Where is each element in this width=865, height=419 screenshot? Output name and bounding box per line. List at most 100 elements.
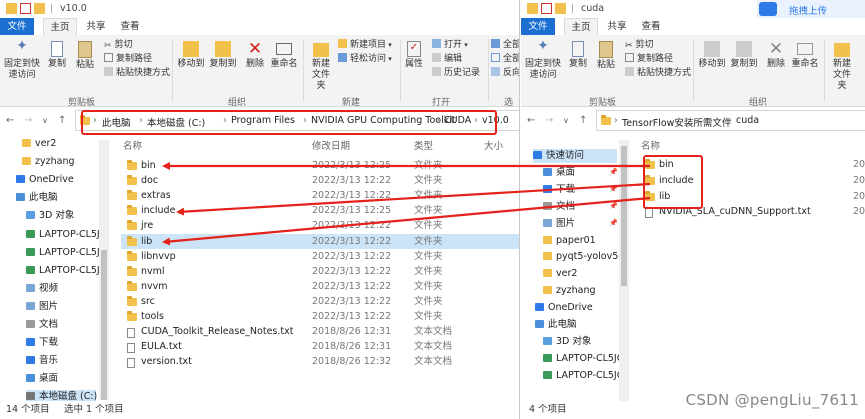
file-row[interactable]: extras 2022/3/13 12:22 文件夹 [121, 188, 519, 203]
nav-item[interactable]: 3D 对象 [26, 209, 96, 223]
delete-button[interactable]: ✕ 删除 [242, 41, 268, 70]
nav-item[interactable]: zyzhang [22, 155, 96, 169]
rename-button[interactable]: 重命名 [790, 41, 820, 70]
select-all-button[interactable]: 全部 [491, 39, 519, 52]
scrollbar-thumb[interactable] [621, 146, 627, 286]
paste-shortcut-button[interactable]: 粘贴快捷方式 [625, 67, 691, 80]
nav-item[interactable]: 桌面 [543, 166, 617, 180]
nav-item[interactable]: zyzhang [543, 284, 617, 298]
file-row[interactable]: CUDA_Toolkit_Release_Notes.txt 2018/8/26 … [121, 324, 519, 339]
new-folder-icon[interactable] [555, 3, 566, 14]
file-row[interactable]: bin 2022/3/13 12:25 文件夹 [121, 158, 519, 173]
pin-quick-access-button[interactable]: ✦ 固定到快速访问 [4, 39, 40, 81]
nav-item[interactable]: pyqt5-yolov5-y [543, 250, 627, 264]
up-arrow-icon[interactable]: ↑ [58, 115, 66, 126]
tab-home[interactable]: 主页 [564, 18, 598, 36]
nav-item[interactable]: 图片 [543, 217, 617, 231]
nav-item[interactable]: LAPTOP-CL5JCI [26, 264, 109, 278]
nav-item[interactable]: LAPTOP-CL5JCI [543, 352, 626, 366]
nav-item[interactable]: 下载 [26, 336, 96, 350]
history-chevron-icon[interactable]: ∨ [563, 116, 569, 125]
file-row[interactable]: libnvvp 2022/3/13 12:22 文件夹 [121, 249, 519, 264]
address-bar[interactable]: › TensorFlow安装所需文件 › cuda [596, 110, 865, 131]
nav-item[interactable]: LAPTOP-CL5JCI [543, 369, 626, 383]
history-button[interactable]: 历史记录 [432, 67, 480, 80]
paste-shortcut-button[interactable]: 粘贴快捷方式 [104, 67, 170, 80]
cut-button[interactable]: ✂ 剪切 [625, 39, 654, 52]
tab-view[interactable]: 查看 [116, 18, 144, 35]
copy-path-button[interactable]: 复制路径 [625, 53, 673, 66]
edit-button[interactable]: 编辑 [432, 53, 462, 66]
rename-button[interactable]: 重命名 [269, 41, 299, 70]
copy-button[interactable]: 复制 [565, 41, 591, 70]
nav-item[interactable]: paper01 [543, 234, 617, 248]
invert-selection-button[interactable]: 反向 [491, 67, 519, 80]
scrollbar-thumb[interactable] [101, 250, 107, 400]
nav-scrollbar[interactable] [99, 140, 109, 400]
new-item-button[interactable]: 新建项目 ▾ [338, 39, 392, 52]
easy-access-button[interactable]: 轻松访问 ▾ [338, 53, 392, 66]
properties-icon[interactable] [541, 3, 552, 14]
breadcrumb-item[interactable]: cuda [736, 115, 759, 126]
up-arrow-icon[interactable]: ↑ [579, 115, 587, 126]
move-to-button[interactable]: 移动到 [176, 41, 206, 70]
column-header-type[interactable]: 类型 [414, 138, 433, 152]
cut-button[interactable]: ✂ 剪切 [104, 39, 133, 52]
file-row[interactable]: version.txt 2018/8/26 12:32 文本文档 [121, 354, 519, 369]
new-folder-icon[interactable] [34, 3, 45, 14]
nav-item[interactable]: 视频 [26, 282, 96, 296]
column-header-name[interactable]: 名称 [123, 138, 142, 152]
nav-item[interactable]: 3D 对象 [543, 335, 617, 349]
tab-home[interactable]: 主页 [43, 18, 77, 36]
open-button[interactable]: 打开 ▾ [432, 39, 468, 52]
back-arrow-icon[interactable]: ← [527, 115, 535, 126]
copy-path-button[interactable]: 复制路径 [104, 53, 152, 66]
nav-item[interactable]: LAPTOP-CL5JCI [26, 228, 109, 242]
pin-quick-access-button[interactable]: ✦ 固定到快速访问 [525, 39, 561, 81]
tab-file[interactable]: 文件 [521, 18, 555, 35]
nav-item[interactable]: 文档 [26, 318, 96, 332]
nav-item[interactable]: ver2 [22, 137, 96, 151]
nav-item[interactable]: 快速访问 [533, 149, 617, 163]
forward-arrow-icon[interactable]: → [24, 115, 32, 126]
copy-button[interactable]: 复制 [44, 41, 70, 70]
tab-share[interactable]: 共享 [603, 18, 631, 35]
file-row[interactable]: tools 2022/3/13 12:22 文件夹 [121, 309, 519, 324]
nav-item[interactable]: 此电脑 [16, 191, 96, 205]
nav-item[interactable]: 图片 [26, 300, 96, 314]
nav-item[interactable]: ver2 [543, 267, 617, 281]
properties-button[interactable]: ✓ 属性 [402, 41, 426, 70]
nav-item[interactable]: OneDrive [16, 173, 96, 187]
column-header-name[interactable]: 名称 [641, 138, 660, 152]
move-to-button[interactable]: 移动到 [697, 41, 727, 70]
properties-icon[interactable] [20, 3, 31, 14]
upload-widget[interactable]: 拖拽上传 [757, 0, 865, 18]
file-row[interactable]: EULA.txt 2018/8/26 12:31 文本文档 [121, 339, 519, 354]
select-none-button[interactable]: 全部 [491, 53, 519, 66]
nav-item[interactable]: 此电脑 [535, 318, 617, 332]
copy-to-button[interactable]: 复制到 [208, 41, 238, 70]
nav-item[interactable]: OneDrive [535, 301, 617, 315]
file-row[interactable]: include 2022/3/13 12:25 文件夹 [121, 203, 519, 218]
file-row[interactable]: nvvm 2022/3/13 12:22 文件夹 [121, 279, 519, 294]
nav-item[interactable]: LAPTOP-CL5JCI [26, 246, 109, 260]
tab-share[interactable]: 共享 [82, 18, 110, 35]
nav-item[interactable]: 下载 [543, 183, 617, 197]
nav-item[interactable]: 音乐 [26, 354, 96, 368]
copy-to-button[interactable]: 复制到 [729, 41, 759, 70]
file-row[interactable]: jre 2022/3/13 12:22 文件夹 [121, 218, 519, 233]
file-row[interactable]: doc 2022/3/13 12:22 文件夹 [121, 173, 519, 188]
file-row[interactable]: nvml 2022/3/13 12:22 文件夹 [121, 264, 519, 279]
back-arrow-icon[interactable]: ← [6, 115, 14, 126]
new-folder-button[interactable]: 新建文件夹 [827, 41, 857, 92]
nav-scrollbar[interactable] [619, 140, 629, 402]
delete-button[interactable]: ✕ 删除 [763, 41, 789, 70]
history-chevron-icon[interactable]: ∨ [42, 116, 48, 125]
nav-item[interactable]: 文档 [543, 200, 617, 214]
paste-button[interactable]: 粘贴 [72, 41, 98, 71]
forward-arrow-icon[interactable]: → [545, 115, 553, 126]
tab-file[interactable]: 文件 [0, 18, 34, 35]
paste-button[interactable]: 粘贴 [593, 41, 619, 71]
tab-view[interactable]: 查看 [637, 18, 665, 35]
file-row[interactable]: src 2022/3/13 12:22 文件夹 [121, 294, 519, 309]
